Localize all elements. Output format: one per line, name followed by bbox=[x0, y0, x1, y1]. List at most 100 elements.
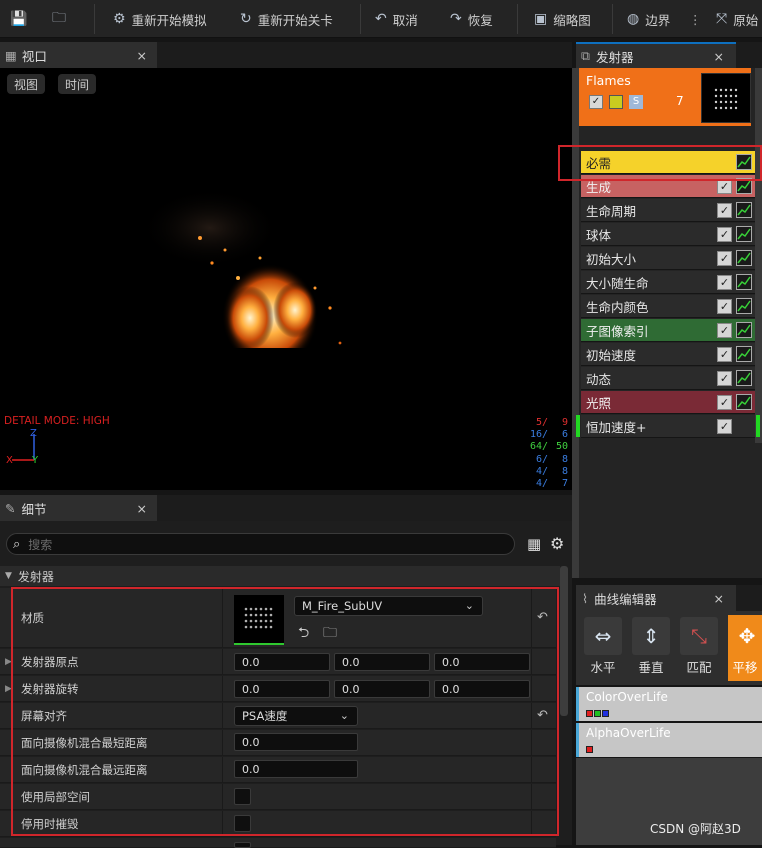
module-row[interactable]: 大小随生命 ✓ bbox=[581, 271, 755, 294]
save-icon: 💾 bbox=[10, 11, 28, 27]
track-name: AlphaOverLife bbox=[586, 726, 671, 740]
module-enabled-checkbox[interactable]: ✓ bbox=[717, 179, 732, 194]
module-label: 大小随生命 bbox=[586, 275, 649, 291]
curve-track-alpha-over-life[interactable]: AlphaOverLife bbox=[576, 723, 762, 757]
emitter-enabled-checkbox[interactable]: ✓ bbox=[589, 95, 603, 109]
render-mode-icon[interactable] bbox=[609, 95, 623, 109]
curve-graph-icon[interactable] bbox=[736, 226, 752, 242]
close-icon[interactable]: × bbox=[714, 591, 724, 606]
origin-button[interactable]: ⤧ 原始 bbox=[716, 0, 758, 38]
module-enabled-checkbox[interactable]: ✓ bbox=[717, 395, 732, 410]
highlight-box bbox=[11, 587, 559, 836]
tab-details[interactable]: ✎ 细节 × bbox=[0, 495, 157, 521]
view-menu-button[interactable]: 视图 bbox=[7, 74, 46, 94]
module-row[interactable]: 球体 ✓ bbox=[581, 223, 755, 246]
fit-match-button[interactable]: ⤡ 匹配 bbox=[678, 615, 720, 681]
search-input[interactable]: ⌕ 搜索 bbox=[6, 533, 515, 555]
module-row[interactable]: 恒加速度+ ✓ bbox=[576, 415, 760, 438]
browse-button[interactable]: 🗀 bbox=[52, 0, 66, 38]
module-status-bar bbox=[756, 415, 760, 437]
tab-emitters[interactable]: ⧉ 发射器 × bbox=[576, 42, 736, 68]
module-label: 恒加速度+ bbox=[586, 419, 647, 435]
axis-x-label: X bbox=[6, 455, 13, 466]
curve-graph-icon[interactable] bbox=[736, 370, 752, 386]
solo-badge[interactable]: S bbox=[629, 95, 643, 109]
module-row[interactable]: 初始大小 ✓ bbox=[581, 247, 755, 270]
module-enabled-checkbox[interactable]: ✓ bbox=[717, 419, 732, 434]
module-enabled-checkbox[interactable]: ✓ bbox=[717, 227, 732, 242]
undo-button[interactable]: ↶ 取消 bbox=[375, 0, 418, 38]
chevron-down-icon: ▼ bbox=[5, 571, 12, 581]
thumbnail-button[interactable]: ▣ 缩略图 bbox=[534, 0, 591, 38]
emitter-icon: ⧉ bbox=[581, 48, 590, 63]
viewport-icon: ▦ bbox=[5, 47, 17, 63]
module-row[interactable]: 动态 ✓ bbox=[581, 367, 755, 390]
fit-icon: ⤡ bbox=[680, 617, 718, 655]
module-enabled-checkbox[interactable]: ✓ bbox=[717, 299, 732, 314]
channel-swatch[interactable] bbox=[602, 710, 609, 717]
curve-track-color-over-life[interactable]: ColorOverLife bbox=[576, 687, 762, 721]
curve-graph-icon[interactable] bbox=[736, 202, 752, 218]
checkbox[interactable] bbox=[234, 842, 251, 848]
highlight-box bbox=[558, 145, 762, 181]
module-enabled-checkbox[interactable]: ✓ bbox=[717, 323, 732, 338]
gear-icon: ⚙ bbox=[113, 11, 126, 27]
save-button[interactable]: 💾 bbox=[10, 0, 27, 38]
stat-value: 5/ bbox=[535, 417, 548, 428]
module-enabled-checkbox[interactable]: ✓ bbox=[717, 347, 732, 362]
bounds-button[interactable]: ◍ 边界 bbox=[627, 0, 670, 38]
close-icon[interactable]: × bbox=[714, 49, 724, 64]
close-icon[interactable]: × bbox=[137, 501, 147, 516]
module-row[interactable]: 生命周期 ✓ bbox=[581, 199, 755, 222]
fit-horizontal-button[interactable]: ⇔ 水平 bbox=[582, 615, 624, 681]
module-row[interactable]: 初始速度 ✓ bbox=[581, 343, 755, 366]
tab-curve-editor[interactable]: ⌇ 曲线编辑器 × bbox=[576, 585, 736, 611]
stat-value: 6 bbox=[561, 429, 568, 441]
viewport-canvas[interactable]: 视图 时间 DETAIL MODE: HIGH Z X Y 5/ 9 16/ 6… bbox=[0, 68, 572, 490]
stat-value: 8 bbox=[561, 465, 568, 477]
channel-swatch[interactable] bbox=[594, 710, 601, 717]
stat-value: 9 bbox=[561, 417, 568, 428]
table-view-icon[interactable]: ▦ bbox=[527, 535, 541, 553]
curve-graph-icon[interactable] bbox=[736, 322, 752, 338]
module-row[interactable]: 子图像索引 ✓ bbox=[581, 319, 755, 342]
main-toolbar: 💾 🗀 ⚙ 重新开始模拟 ↻ 重新开始关卡 ↶ 取消 ↷ 恢复 ▣ 缩略图 ◍ 边界 ⋮ ⤧… bbox=[0, 0, 762, 38]
fit-vertical-button[interactable]: ⇕ 垂直 bbox=[630, 615, 672, 681]
module-row[interactable]: 生命内颜色 ✓ bbox=[581, 295, 755, 318]
module-row[interactable]: 光照 ✓ bbox=[581, 391, 755, 414]
tab-viewport[interactable]: ▦ 视口 × bbox=[0, 42, 157, 68]
axis-y-label: Y bbox=[32, 455, 39, 466]
curve-graph-icon[interactable] bbox=[736, 250, 752, 266]
bounds-options-icon[interactable]: ⋮ bbox=[689, 0, 702, 38]
stat-value: 8 bbox=[561, 453, 568, 465]
detail-mode-label: DETAIL MODE: HIGH bbox=[4, 415, 110, 427]
curve-graph-icon[interactable] bbox=[736, 346, 752, 362]
close-icon[interactable]: × bbox=[137, 48, 147, 63]
details-scrollbar[interactable] bbox=[560, 566, 568, 716]
toolbar-divider bbox=[94, 4, 95, 34]
module-enabled-checkbox[interactable]: ✓ bbox=[717, 251, 732, 266]
module-enabled-checkbox[interactable]: ✓ bbox=[717, 371, 732, 386]
restart-sim-button[interactable]: ⚙ 重新开始模拟 bbox=[113, 0, 207, 38]
curve-graph-icon[interactable] bbox=[736, 298, 752, 314]
horizontal-arrows-icon: ⇔ bbox=[584, 617, 622, 655]
redo-button[interactable]: ↷ 恢复 bbox=[450, 0, 493, 38]
pan-button[interactable]: ✥ 平移 bbox=[728, 615, 762, 681]
category-emitter[interactable]: ▼ 发射器 bbox=[0, 566, 560, 586]
curve-graph-icon[interactable] bbox=[736, 394, 752, 410]
channel-swatch[interactable] bbox=[586, 710, 593, 717]
module-enabled-checkbox[interactable]: ✓ bbox=[717, 203, 732, 218]
gear-icon[interactable]: ⚙ bbox=[550, 534, 564, 553]
restart-level-button[interactable]: ↻ 重新开始关卡 bbox=[240, 0, 333, 38]
stat-line: 4/8 bbox=[520, 466, 568, 478]
curve-graph-icon[interactable] bbox=[736, 274, 752, 290]
module-status-bar bbox=[576, 415, 580, 437]
module-enabled-checkbox[interactable]: ✓ bbox=[717, 275, 732, 290]
toolbar-divider bbox=[517, 4, 518, 34]
channel-swatch[interactable] bbox=[586, 746, 593, 753]
undo-icon: ↶ bbox=[375, 11, 387, 27]
time-menu-button[interactable]: 时间 bbox=[58, 74, 97, 94]
curve-toolbar: ⇔ 水平 ⇕ 垂直 ⤡ 匹配 ✥ 平移 bbox=[576, 611, 762, 685]
vertical-arrows-icon: ⇕ bbox=[632, 617, 670, 655]
viewport-stats: 5/9 16/6 64/50 6/8 4/8 4/7 bbox=[520, 417, 568, 490]
